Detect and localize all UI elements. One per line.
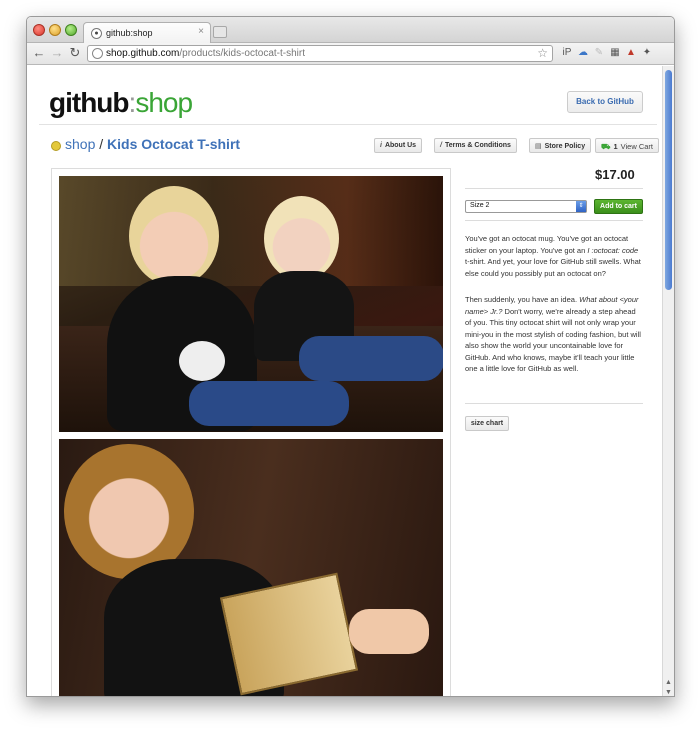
maximize-window-icon[interactable]	[65, 24, 77, 36]
terms-label: Terms & Conditions	[444, 142, 511, 149]
size-selected-value: Size 2	[470, 202, 490, 209]
size-select[interactable]: Size 2 ⇕	[465, 200, 587, 213]
terms-button[interactable]: / Terms & Conditions	[434, 138, 517, 153]
tab-title: github:shop	[106, 28, 153, 38]
close-window-icon[interactable]	[33, 24, 45, 36]
vertical-scrollbar[interactable]: ▲ ▼	[662, 66, 674, 696]
back-arrow-icon[interactable]: ←	[31, 45, 47, 61]
extension-chart-icon[interactable]: ▦	[609, 47, 621, 59]
desc1-emphasis: I :octocat: code	[587, 245, 639, 255]
extension-feather-icon[interactable]: ✎	[593, 47, 605, 59]
divider	[465, 220, 643, 221]
new-tab-button[interactable]	[213, 26, 227, 38]
github-favicon-icon: ●	[91, 28, 102, 39]
tab-close-icon[interactable]: ×	[198, 26, 204, 37]
wrench-icon[interactable]: ✦	[641, 47, 653, 59]
minimize-window-icon[interactable]	[49, 24, 61, 36]
breadcrumb: shop / Kids Octocat T-shirt	[65, 136, 240, 152]
back-to-github-button[interactable]: Back to GitHub	[567, 91, 643, 113]
reload-icon[interactable]: ↻	[67, 45, 83, 61]
extension-ip-icon[interactable]: iP	[561, 47, 573, 59]
logo-shop: shop	[135, 87, 193, 118]
size-chart-button[interactable]: size chart	[465, 416, 509, 431]
store-policy-label: Store Policy	[544, 143, 586, 150]
product-price: $17.00	[595, 167, 635, 182]
browser-tab[interactable]: ● github:shop ×	[83, 22, 211, 44]
view-cart-label: View Cart	[620, 142, 653, 151]
bookmark-star-icon[interactable]: ☆	[537, 46, 548, 60]
url-path: /products/kids-octocat-t-shirt	[179, 48, 305, 59]
desc2-text-b: Don't worry, we're already a step ahead …	[465, 306, 641, 374]
divider	[465, 188, 643, 189]
page-content: github:shop Back to GitHub shop / Kids O…	[27, 66, 663, 696]
description-paragraph-1: You've got an octocat mug. You've got an…	[465, 233, 643, 279]
info-icon: i	[380, 142, 382, 149]
view-cart-button[interactable]: ⛟ 1 View Cart	[595, 138, 659, 153]
scroll-down-arrow-icon[interactable]: ▼	[665, 689, 672, 696]
chevron-down-icon: ⇕	[576, 201, 586, 212]
forward-arrow-icon[interactable]: →	[49, 45, 65, 61]
extension-car-icon[interactable]: ▲	[625, 47, 637, 59]
description-paragraph-2: Then suddenly, you have an idea. What ab…	[465, 294, 643, 375]
extension-cloud-icon[interactable]: ☁	[577, 47, 589, 59]
product-photo-two-kids[interactable]	[59, 176, 443, 432]
browser-window: ● github:shop × ← → ↻ shop.github.com/pr…	[26, 16, 675, 697]
url-host: shop.github.com	[106, 48, 180, 59]
product-panel: shop / Kids Octocat T-shirt i About Us / T…	[39, 124, 659, 696]
scrollbar-thumb[interactable]	[665, 70, 672, 290]
breadcrumb-shop-link[interactable]: shop	[65, 136, 95, 152]
github-shop-logo[interactable]: github:shop	[49, 87, 193, 119]
store-policy-button[interactable]: ▤ Store Policy	[529, 138, 592, 153]
cart-count: 1	[613, 142, 618, 151]
pencil-icon: /	[440, 142, 442, 149]
desc1-text-b: t-shirt. And yet, your love for GitHub s…	[465, 257, 641, 278]
address-bar[interactable]: shop.github.com/products/kids-octocat-t-…	[87, 45, 553, 62]
logo-github: github	[49, 87, 130, 118]
about-us-button[interactable]: i About Us	[374, 138, 423, 153]
tab-strip: ● github:shop ×	[27, 17, 674, 44]
scroll-up-arrow-icon[interactable]: ▲	[665, 679, 672, 686]
about-us-label: About Us	[384, 142, 417, 149]
globe-icon	[92, 48, 103, 59]
add-to-cart-button[interactable]: Add to cart	[594, 199, 643, 214]
desc2-text-a: Then suddenly, you have an idea.	[465, 295, 580, 304]
divider	[465, 403, 643, 404]
page-title: Kids Octocat T-shirt	[107, 136, 241, 152]
browser-toolbar: ← → ↻ shop.github.com/products/kids-octo…	[27, 43, 674, 65]
cart-icon: ⛟	[601, 142, 611, 151]
breadcrumb-separator: /	[95, 136, 108, 152]
product-gallery	[51, 168, 451, 696]
smiley-icon	[51, 141, 61, 151]
document-icon: ▤	[535, 143, 542, 150]
product-photo-girl-reading[interactable]	[59, 439, 443, 696]
